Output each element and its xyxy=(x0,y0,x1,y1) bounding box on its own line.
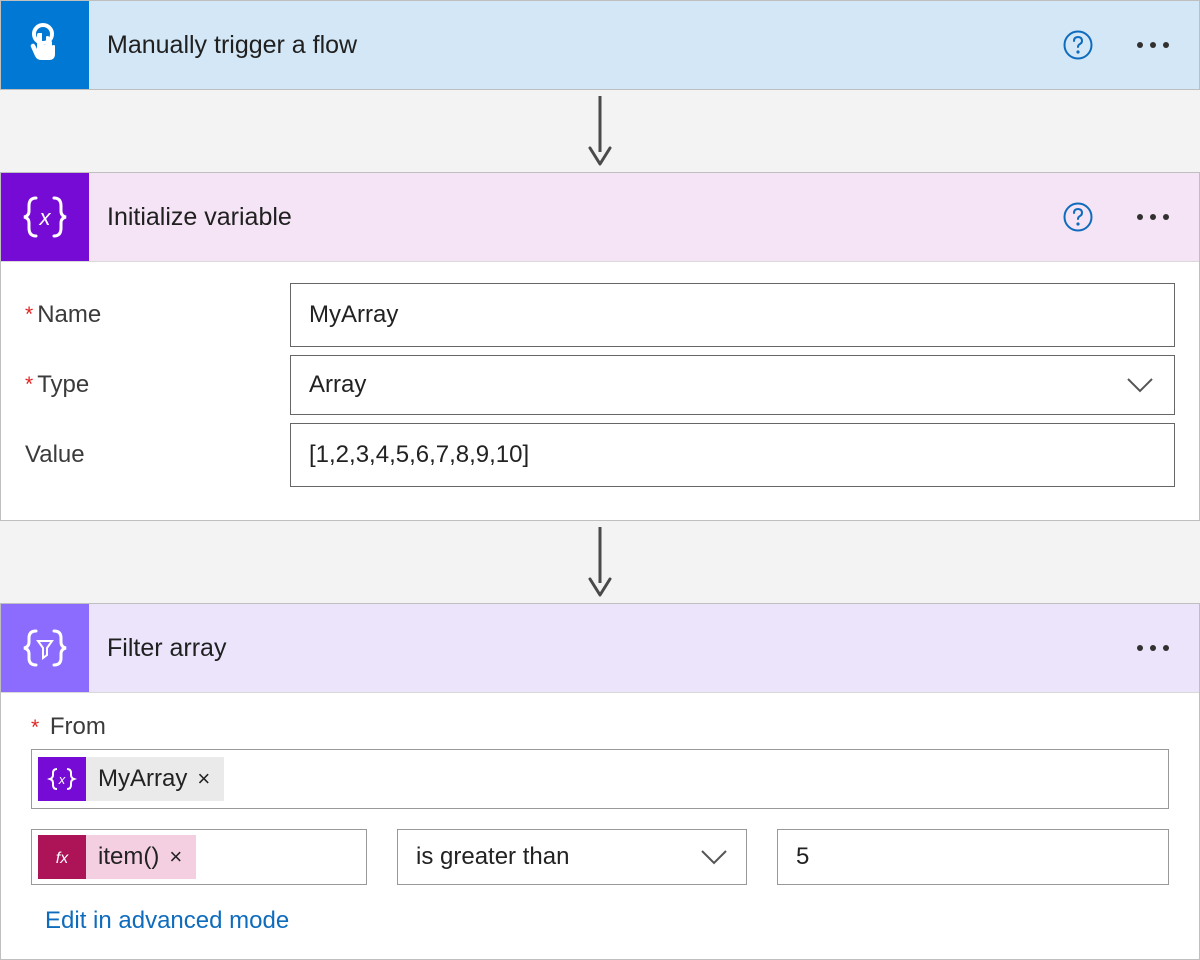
svg-text:x: x xyxy=(39,205,52,230)
type-select[interactable]: Array xyxy=(290,355,1175,415)
step-trigger: Manually trigger a flow xyxy=(0,0,1200,90)
step-trigger-title: Manually trigger a flow xyxy=(89,31,1063,60)
step-initvar-header[interactable]: x Initialize variable xyxy=(1,173,1199,261)
from-input[interactable]: x MyArray × xyxy=(31,749,1169,809)
token-remove-icon[interactable]: × xyxy=(169,844,196,870)
variable-brace-icon: x xyxy=(38,757,86,801)
chevron-down-icon xyxy=(1126,375,1154,395)
flow-arrow xyxy=(0,521,1200,603)
flow-arrow xyxy=(0,90,1200,172)
edit-advanced-mode-link[interactable]: Edit in advanced mode xyxy=(31,907,289,935)
condition-left-fx-token[interactable]: fx item() × xyxy=(38,835,196,879)
condition-right-value: 5 xyxy=(796,843,809,871)
more-menu-icon[interactable] xyxy=(1137,214,1169,220)
required-mark: * xyxy=(31,716,39,739)
type-select-value: Array xyxy=(309,371,1126,399)
field-label-type: * Type xyxy=(25,371,290,399)
step-filter-array: Filter array * From x xyxy=(0,603,1200,960)
step-initvar-body: * Name * Type Array xyxy=(1,261,1199,520)
field-label-value: Value xyxy=(25,441,290,469)
field-label-name: * Name xyxy=(25,301,290,329)
condition-left-input[interactable]: fx item() × xyxy=(31,829,367,885)
variable-brace-icon: x xyxy=(1,173,89,261)
svg-text:fx: fx xyxy=(56,850,69,867)
step-initialize-variable: x Initialize variable * Name xyxy=(0,172,1200,521)
step-trigger-header[interactable]: Manually trigger a flow xyxy=(1,1,1199,89)
filter-condition-row: fx item() × is greater than 5 xyxy=(31,829,1169,885)
more-menu-icon[interactable] xyxy=(1137,42,1169,48)
more-menu-icon[interactable] xyxy=(1137,645,1169,651)
step-filter-body: * From x MyArray × xyxy=(1,692,1199,959)
step-filter-title: Filter array xyxy=(89,634,1137,663)
step-initvar-title: Initialize variable xyxy=(89,203,1063,232)
from-token-text: MyArray xyxy=(86,765,197,793)
name-input[interactable] xyxy=(290,283,1175,347)
value-input[interactable] xyxy=(290,423,1175,487)
svg-text:x: x xyxy=(58,772,66,787)
fx-icon: fx xyxy=(38,835,86,879)
condition-right-input[interactable]: 5 xyxy=(777,829,1169,885)
condition-operator-select[interactable]: is greater than xyxy=(397,829,747,885)
filter-brace-icon xyxy=(1,604,89,692)
condition-operator-value: is greater than xyxy=(416,843,700,871)
condition-left-token-text: item() xyxy=(86,843,169,871)
required-mark: * xyxy=(25,303,33,327)
required-mark: * xyxy=(25,373,33,397)
step-filter-header[interactable]: Filter array xyxy=(1,604,1199,692)
trigger-touch-icon xyxy=(1,1,89,89)
help-icon[interactable] xyxy=(1063,202,1093,232)
help-icon[interactable] xyxy=(1063,30,1093,60)
chevron-down-icon xyxy=(700,847,728,867)
from-token-myarray[interactable]: x MyArray × xyxy=(38,757,224,801)
field-label-from: * From xyxy=(31,713,1169,741)
token-remove-icon[interactable]: × xyxy=(197,766,224,792)
